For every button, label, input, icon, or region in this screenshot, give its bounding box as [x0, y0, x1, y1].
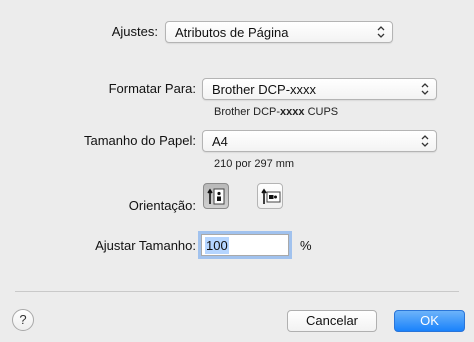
cancel-button[interactable]: Cancelar [287, 310, 377, 332]
paper-size-popup-value: A4 [212, 134, 228, 149]
chevron-updown-icon [421, 83, 429, 95]
format-for-subtitle-suffix: CUPS [304, 106, 339, 118]
scale-unit: % [300, 238, 312, 253]
portrait-orientation-icon [207, 188, 225, 205]
chevron-updown-icon [377, 26, 385, 38]
paper-size-label: Tamanho do Papel: [83, 133, 196, 148]
format-for-subtitle-prefix: Brother DCP- [214, 106, 281, 118]
settings-popup[interactable]: Atributos de Página [165, 21, 393, 43]
scale-input[interactable]: 100 [201, 234, 289, 256]
format-for-popup-value: Brother DCP-xxxx [212, 82, 317, 97]
format-for-label: Formatar Para: [108, 81, 196, 96]
format-for-subtitle: Brother DCP-xxxx CUPS [214, 106, 338, 118]
paper-dimensions: 210 por 297 mm [214, 158, 295, 170]
help-button[interactable]: ? [12, 309, 34, 331]
scale-input-value: 100 [205, 237, 229, 254]
orientation-label: Orientação: [128, 198, 196, 213]
ok-button[interactable]: OK [394, 310, 465, 332]
orientation-landscape-button[interactable] [257, 183, 283, 209]
settings-label: Ajustes: [111, 24, 158, 39]
format-for-subtitle-model: xxxx [280, 106, 305, 118]
chevron-updown-icon [421, 135, 429, 147]
format-for-popup[interactable]: Brother DCP-xxxx [202, 78, 437, 100]
scale-label: Ajustar Tamanho: [95, 238, 196, 253]
settings-popup-value: Atributos de Página [175, 25, 289, 40]
orientation-portrait-button[interactable] [203, 183, 229, 209]
landscape-orientation-icon [261, 188, 281, 204]
paper-size-popup[interactable]: A4 [202, 130, 437, 152]
divider [15, 291, 459, 292]
